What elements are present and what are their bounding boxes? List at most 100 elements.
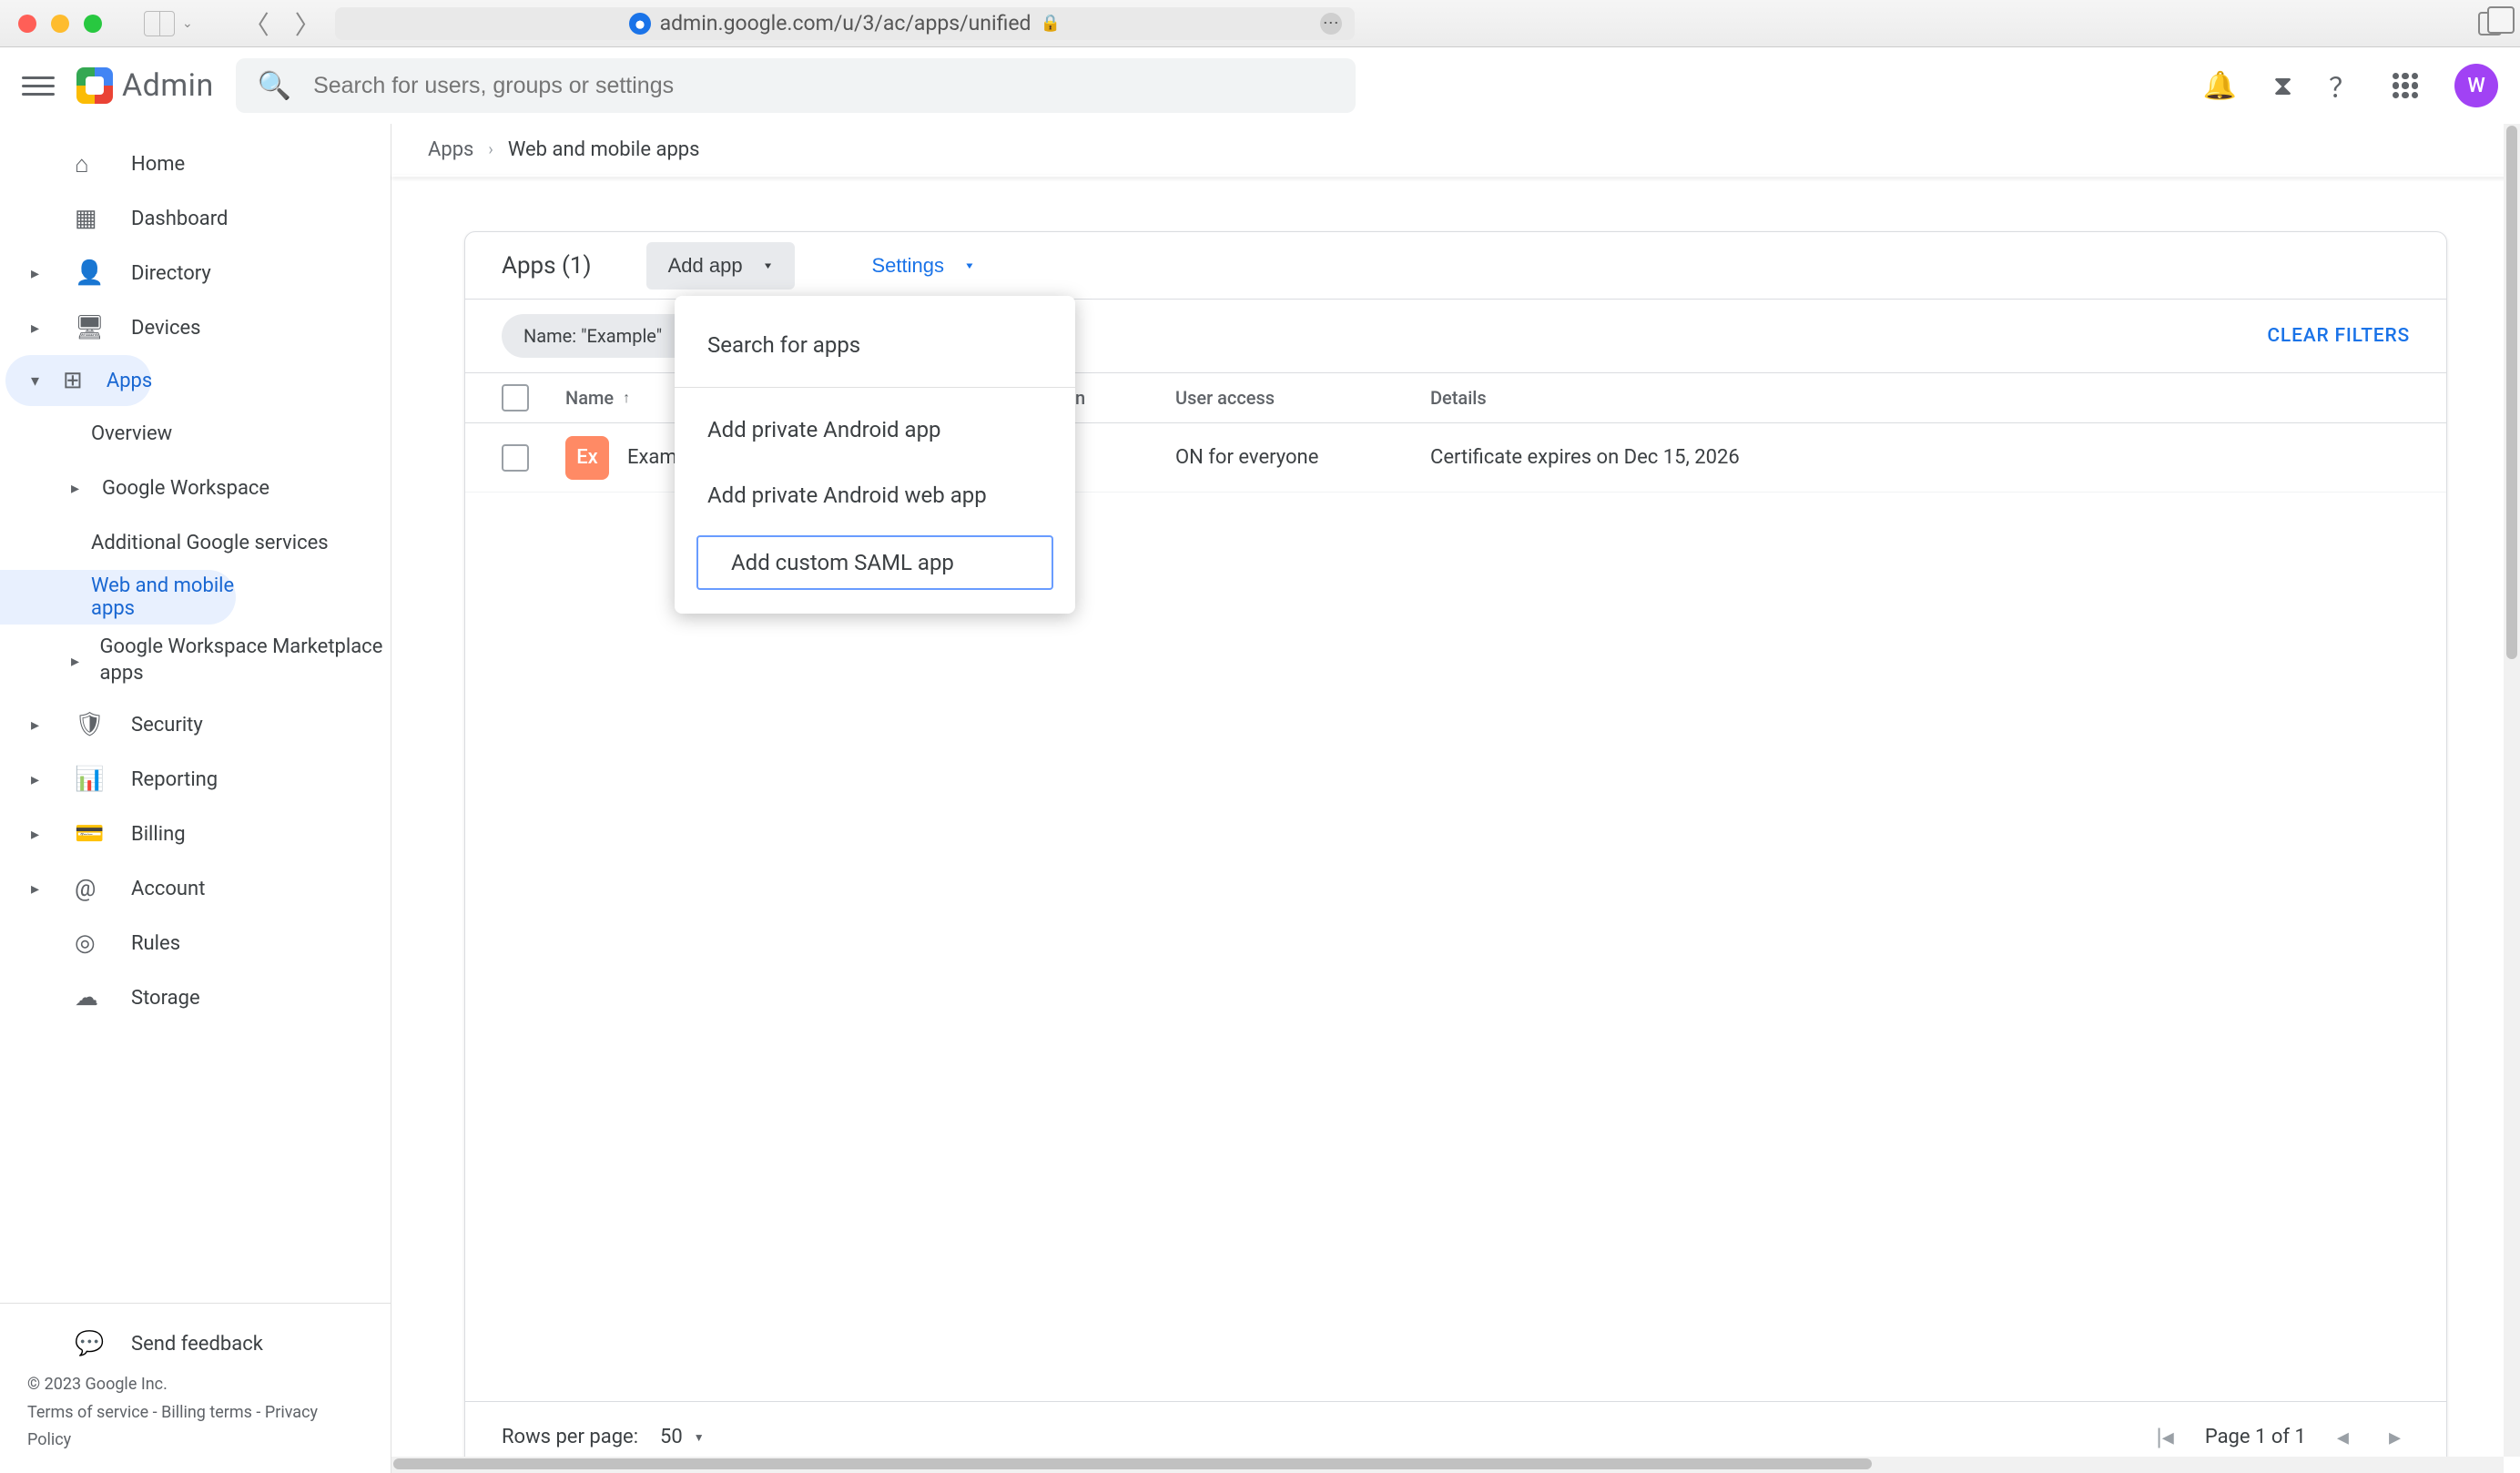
sidebar-item-billing[interactable]: ▸💳 Billing <box>0 807 391 861</box>
chevron-right-icon: ▸ <box>31 825 49 844</box>
terms-of-service-link[interactable]: Terms of service <box>27 1403 148 1422</box>
dropdown-item-search-apps[interactable]: Search for apps <box>675 312 1075 378</box>
feedback-icon: 💬 <box>75 1330 106 1357</box>
breadcrumb: Apps › Web and mobile apps <box>391 124 2520 175</box>
cloud-icon: ☁ <box>75 984 106 1011</box>
vertical-scrollbar[interactable] <box>2504 124 2520 1457</box>
chevron-down-icon: ⌄ <box>182 16 193 31</box>
sidebar-item-rules[interactable]: ◎ Rules <box>0 916 391 970</box>
help-icon[interactable]: ？ <box>2329 66 2356 106</box>
sidebar-item-google-workspace[interactable]: ▸ Google Workspace <box>0 461 391 515</box>
chevron-right-icon: ▸ <box>31 879 49 899</box>
sidebar-item-home[interactable]: ⌂ Home <box>0 137 391 191</box>
product-logo[interactable]: Admin <box>76 67 214 104</box>
select-all-checkbox[interactable] <box>502 384 529 411</box>
nav-forward-icon[interactable]: 〉 <box>295 5 320 42</box>
account-avatar[interactable]: W <box>2454 64 2498 107</box>
billing-terms-link[interactable]: Billing terms <box>161 1403 252 1422</box>
column-header-details[interactable]: Details <box>1430 387 2410 409</box>
sidebar-item-storage[interactable]: ☁ Storage <box>0 970 391 1025</box>
divider <box>675 387 1075 388</box>
page-indicator: Page 1 of 1 <box>2205 1426 2306 1448</box>
sidebar-item-web-mobile-apps[interactable]: Web and mobile apps <box>0 570 236 625</box>
tasks-icon[interactable]: ⧗ <box>2273 70 2292 102</box>
sort-asc-icon: ↑ <box>623 389 630 407</box>
sidebar-item-send-feedback[interactable]: 💬 Send feedback <box>0 1316 391 1371</box>
sidebar-item-label: Google Workspace Marketplace apps <box>100 635 391 686</box>
horizontal-scrollbar[interactable] <box>391 1457 2504 1473</box>
card-title: Apps (1) <box>502 252 592 279</box>
avatar-initial: W <box>2467 75 2484 97</box>
dropdown-item-custom-saml-app[interactable]: Add custom SAML app <box>696 535 1053 590</box>
search-icon: 🔍 <box>258 70 291 102</box>
sidebar-item-label: Security <box>131 714 203 736</box>
chevron-right-icon: ▸ <box>71 479 89 498</box>
add-app-dropdown: Search for apps Add private Android app … <box>675 296 1075 614</box>
lock-icon: 🔒 <box>1041 14 1061 33</box>
copyright-text: © 2023 Google Inc. <box>27 1371 363 1399</box>
address-bar[interactable]: admin.google.com/u/3/ac/apps/unified 🔒 ⋯ <box>335 7 1355 40</box>
chevron-right-icon: ▸ <box>31 770 49 789</box>
at-sign-icon: @ <box>75 875 106 902</box>
add-app-button[interactable]: Add app <box>646 242 796 290</box>
row-checkbox[interactable] <box>502 444 529 472</box>
sidebar-item-label: Web and mobile apps <box>91 574 236 620</box>
sidebar-item-label: Overview <box>91 422 172 445</box>
chevron-right-icon: ▸ <box>31 716 49 735</box>
copy-tabs-icon[interactable] <box>2478 12 2502 36</box>
google-apps-icon[interactable] <box>2393 73 2418 98</box>
prev-page-icon[interactable]: ◂ <box>2328 1424 2358 1451</box>
dropdown-item-private-android-web-app[interactable]: Add private Android web app <box>675 462 1075 528</box>
rows-per-page-select[interactable]: 50 <box>660 1426 705 1448</box>
search-input[interactable] <box>313 73 1334 99</box>
credit-card-icon: 💳 <box>75 820 106 848</box>
window-controls <box>18 15 102 33</box>
sidebar-item-label: Account <box>131 878 205 900</box>
sidebar-item-label: Reporting <box>131 768 218 791</box>
sidebar-item-overview[interactable]: Overview <box>0 406 391 461</box>
breadcrumb-root[interactable]: Apps <box>428 138 473 161</box>
sidebar-item-label: Rules <box>131 932 180 955</box>
chevron-right-icon: ▸ <box>31 319 49 338</box>
bar-chart-icon: 📊 <box>75 766 106 793</box>
url-text: admin.google.com/u/3/ac/apps/unified <box>660 11 1031 36</box>
sidebar-layout-icon <box>144 11 175 36</box>
chip-label: Name: "Example" <box>523 325 662 347</box>
person-icon: 👤 <box>75 259 106 287</box>
chevron-right-icon: ▸ <box>31 264 49 283</box>
sidebar-item-additional-services[interactable]: Additional Google services <box>0 515 391 570</box>
close-window-icon[interactable] <box>18 15 36 33</box>
sidebar-item-marketplace-apps[interactable]: ▸Google Workspace Marketplace apps <box>0 625 391 697</box>
notifications-icon[interactable]: 🔔 <box>2203 70 2237 102</box>
sidebar-item-label: Directory <box>131 262 211 285</box>
chevron-right-icon: › <box>488 140 493 159</box>
first-page-icon[interactable]: |◂ <box>2147 1424 2182 1451</box>
shield-icon: 🛡 <box>75 711 106 738</box>
sidebar-item-apps[interactable]: ▾⊞ Apps <box>5 355 151 406</box>
clear-filters-button[interactable]: CLEAR FILTERS <box>2267 325 2410 347</box>
sidebar-item-label: Google Workspace <box>102 477 269 500</box>
apps-grid-icon: ⊞ <box>63 367 83 394</box>
browser-chrome: ⌄ 〈 〉 admin.google.com/u/3/ac/apps/unifi… <box>0 0 2520 47</box>
next-page-icon[interactable]: ▸ <box>2380 1424 2410 1451</box>
page-actions-icon[interactable]: ⋯ <box>1320 13 1342 35</box>
nav-back-icon[interactable]: 〈 <box>244 5 269 42</box>
sidebar-item-dashboard[interactable]: ▦ Dashboard <box>0 191 391 246</box>
sidebar-item-security[interactable]: ▸ 🛡 Security <box>0 697 391 752</box>
sidebar-item-account[interactable]: ▸ @ Account <box>0 861 391 916</box>
sidebar-item-reporting[interactable]: ▸ 📊 Reporting <box>0 752 391 807</box>
sidebar-item-devices[interactable]: ▸🖥 Devices <box>0 300 391 355</box>
global-search[interactable]: 🔍 <box>236 58 1356 113</box>
maximize-window-icon[interactable] <box>84 15 102 33</box>
dashboard-icon: ▦ <box>75 205 106 232</box>
column-header-user-access[interactable]: User access <box>1175 387 1394 409</box>
sidebar-footer: © 2023 Google Inc. Terms of service - Bi… <box>0 1371 391 1473</box>
minimize-window-icon[interactable] <box>51 15 69 33</box>
settings-button[interactable]: Settings <box>849 242 996 290</box>
tab-overview-button[interactable]: ⌄ <box>144 11 193 36</box>
sidebar-item-label: Devices <box>131 317 201 340</box>
sidebar-item-directory[interactable]: ▸ 👤 Directory <box>0 246 391 300</box>
rows-per-page-label: Rows per page: <box>502 1426 638 1448</box>
main-menu-button[interactable] <box>22 76 55 96</box>
dropdown-item-private-android-app[interactable]: Add private Android app <box>675 397 1075 462</box>
